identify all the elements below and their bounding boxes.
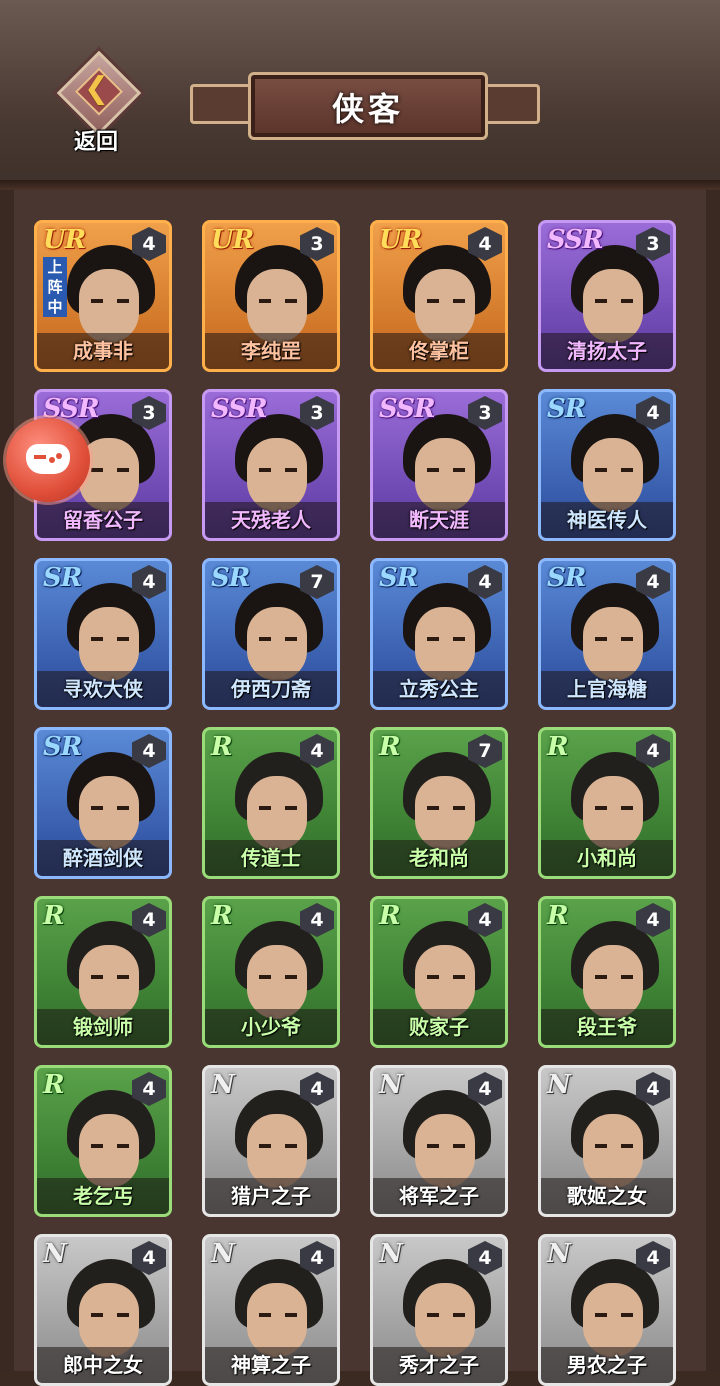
hero-name: 传道士	[205, 840, 337, 876]
rarity-badge: UR	[43, 225, 86, 255]
rarity-badge: R	[547, 901, 569, 931]
hero-card[interactable]: R 7 老和尚	[370, 727, 508, 879]
hero-card[interactable]: SR 4 立秀公主	[370, 558, 508, 710]
hero-name: 将军之子	[373, 1178, 505, 1214]
hero-name: 锻剑师	[37, 1009, 169, 1045]
hero-name: 上官海糖	[541, 671, 673, 707]
title-banner: 侠客	[190, 70, 540, 140]
rarity-badge: N	[379, 1239, 403, 1269]
hero-name: 猎户之子	[205, 1178, 337, 1214]
hero-name: 神算之子	[205, 1347, 337, 1383]
rarity-badge: N	[547, 1070, 571, 1100]
back-label: 返回	[73, 130, 118, 155]
hero-card[interactable]: R 4 锻剑师	[34, 896, 172, 1048]
rarity-badge: SR	[379, 563, 418, 593]
hero-card[interactable]: SR 7 伊西刀斋	[202, 558, 340, 710]
hero-card[interactable]: UR 4 佟掌柜	[370, 220, 508, 372]
hero-card[interactable]: N 4 歌姬之女	[538, 1065, 676, 1217]
hero-name: 李纯罡	[205, 333, 337, 369]
hero-name: 佟掌柜	[373, 333, 505, 369]
hero-name: 醉酒剑侠	[37, 840, 169, 876]
rarity-badge: SR	[211, 563, 250, 593]
hero-name: 神医传人	[541, 502, 673, 538]
rarity-badge: N	[379, 1070, 403, 1100]
rarity-badge: N	[43, 1239, 67, 1269]
hero-card[interactable]: R 4 传道士	[202, 727, 340, 879]
hero-card[interactable]: UR 4 上阵中 成事非	[34, 220, 172, 372]
hero-card[interactable]: N 4 郎中之女	[34, 1234, 172, 1386]
hero-card[interactable]: SSR 3 清扬太子	[538, 220, 676, 372]
hero-name: 老乞丐	[37, 1178, 169, 1214]
rarity-badge: SR	[547, 394, 586, 424]
rarity-badge: UR	[379, 225, 422, 255]
rarity-badge: R	[379, 901, 401, 931]
hero-name: 小和尚	[541, 840, 673, 876]
hero-card[interactable]: R 4 小和尚	[538, 727, 676, 879]
hero-name: 秀才之子	[373, 1347, 505, 1383]
hero-name: 断天涯	[373, 502, 505, 538]
hero-name: 郎中之女	[37, 1347, 169, 1383]
hero-name: 小少爷	[205, 1009, 337, 1045]
hero-card[interactable]: N 4 秀才之子	[370, 1234, 508, 1386]
hero-name: 段王爷	[541, 1009, 673, 1045]
hero-card[interactable]: N 4 猎户之子	[202, 1065, 340, 1217]
hero-card[interactable]: SSR 3 天残老人	[202, 389, 340, 541]
hero-name: 立秀公主	[373, 671, 505, 707]
rarity-badge: R	[211, 732, 233, 762]
page-title: 侠客	[331, 90, 404, 128]
hero-grid: UR 4 上阵中 成事非 UR 3 李纯罡 UR 4 佟掌柜 SSR 3 清扬太子 SSR 3 留香公子 SSR…	[0, 190, 720, 1386]
rarity-badge: SSR	[547, 225, 604, 255]
chevron-left-icon: ❮	[84, 71, 110, 106]
rarity-badge: UR	[211, 225, 254, 255]
rarity-badge: R	[43, 901, 65, 931]
rarity-badge: SR	[43, 563, 82, 593]
hero-card[interactable]: SR 4 上官海糖	[538, 558, 676, 710]
top-bar: ❮ 返回 侠客	[0, 0, 720, 190]
hero-name: 留香公子	[37, 502, 169, 538]
hero-name: 老和尚	[373, 840, 505, 876]
hero-card[interactable]: SR 4 寻欢大侠	[34, 558, 172, 710]
rarity-badge: N	[211, 1239, 235, 1269]
hero-card[interactable]: SR 4 醉酒剑侠	[34, 727, 172, 879]
hero-card[interactable]: R 4 小少爷	[202, 896, 340, 1048]
hero-name: 伊西刀斋	[205, 671, 337, 707]
rarity-badge: R	[211, 901, 233, 931]
gamepad-shape	[26, 444, 70, 474]
hero-card[interactable]: SR 4 神医传人	[538, 389, 676, 541]
hero-name: 男农之子	[541, 1347, 673, 1383]
hero-card[interactable]: N 4 神算之子	[202, 1234, 340, 1386]
hero-card[interactable]: R 4 段王爷	[538, 896, 676, 1048]
rarity-badge: SSR	[379, 394, 436, 424]
rarity-badge: SR	[547, 563, 586, 593]
hero-name: 寻欢大侠	[37, 671, 169, 707]
hero-name: 歌姬之女	[541, 1178, 673, 1214]
hero-card[interactable]: SSR 3 断天涯	[370, 389, 508, 541]
rarity-badge: R	[547, 732, 569, 762]
hero-card[interactable]: N 4 将军之子	[370, 1065, 508, 1217]
rarity-badge: SR	[43, 732, 82, 762]
hero-name: 成事非	[37, 333, 169, 369]
rarity-badge: SSR	[211, 394, 268, 424]
rarity-badge: R	[379, 732, 401, 762]
rarity-badge: N	[547, 1239, 571, 1269]
hero-card[interactable]: N 4 男农之子	[538, 1234, 676, 1386]
hero-card[interactable]: R 4 老乞丐	[34, 1065, 172, 1217]
rarity-badge: N	[211, 1070, 235, 1100]
hero-card[interactable]: R 4 败家子	[370, 896, 508, 1048]
hero-name: 天残老人	[205, 502, 337, 538]
hero-name: 清扬太子	[541, 333, 673, 369]
hero-card[interactable]: UR 3 李纯罡	[202, 220, 340, 372]
deployed-tag: 上阵中	[43, 257, 67, 317]
rarity-badge: R	[43, 1070, 65, 1100]
hero-name: 败家子	[373, 1009, 505, 1045]
back-button[interactable]: ❮ 返回	[48, 46, 148, 156]
gamepad-icon[interactable]	[6, 418, 90, 502]
